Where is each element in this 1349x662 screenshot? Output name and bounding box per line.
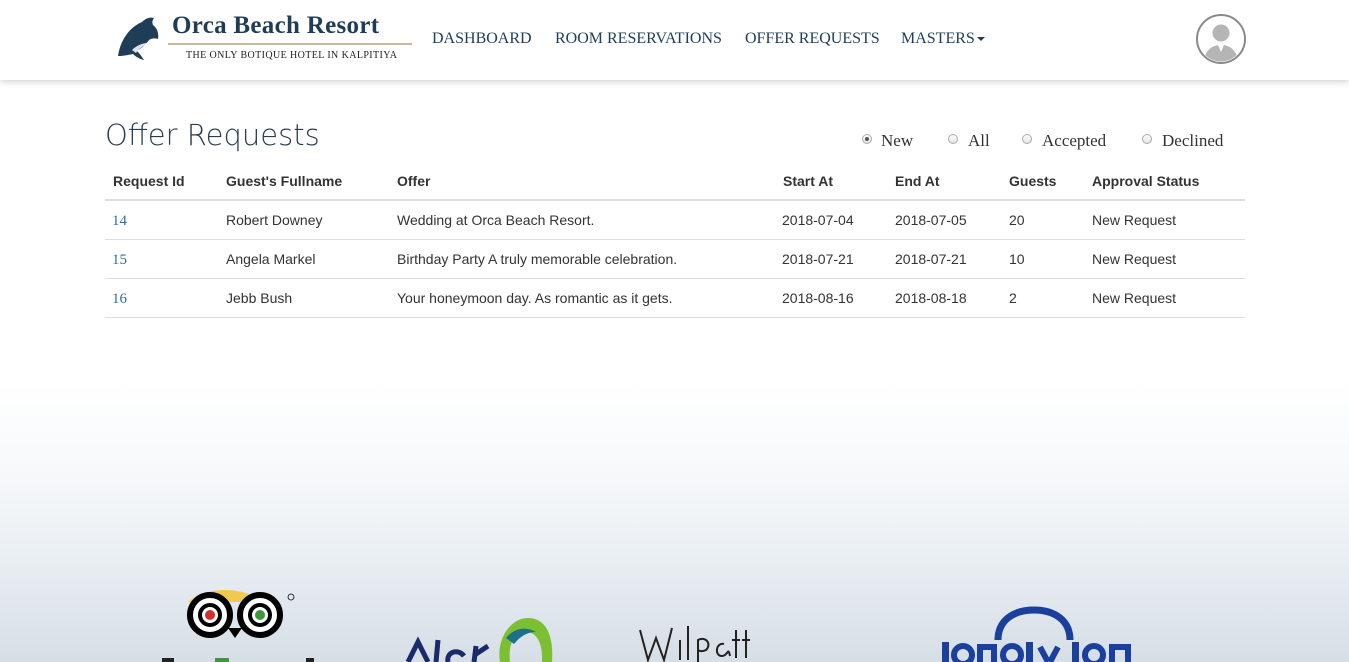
top-navbar: Orca Beach Resort THE ONLY BOTIQUE HOTEL… xyxy=(0,0,1349,80)
start-date: 2018-07-21 xyxy=(782,251,854,267)
wilpattu-logo xyxy=(639,626,750,662)
start-date: 2018-07-04 xyxy=(782,212,854,228)
tripadvisor-logo xyxy=(162,590,314,662)
nav-dashboard[interactable]: DASHBOARD xyxy=(432,30,532,48)
end-date: 2018-07-05 xyxy=(895,212,967,228)
brand-name: Orca Beach Resort xyxy=(172,12,380,39)
offer-title: Wedding at Orca Beach Resort. xyxy=(397,212,595,228)
filter-accepted-label[interactable]: Accepted xyxy=(1042,131,1106,151)
table-row: 14 Robert Downey Wedding at Orca Beach R… xyxy=(105,201,1245,240)
start-date: 2018-08-16 xyxy=(782,290,854,306)
guest-fullname: Angela Markel xyxy=(226,251,316,267)
col-header-guests[interactable]: Guests xyxy=(1009,173,1056,189)
col-header-approval-status[interactable]: Approval Status xyxy=(1092,173,1199,189)
col-header-request-id[interactable]: Request Id xyxy=(113,173,185,189)
col-header-start-at[interactable]: Start At xyxy=(783,173,833,189)
brand-divider xyxy=(168,43,412,45)
nav-masters-dropdown[interactable]: MASTERS xyxy=(901,30,985,48)
guest-fullname: Robert Downey xyxy=(226,212,323,228)
guest-count: 10 xyxy=(1009,251,1025,267)
guest-fullname: Jebb Bush xyxy=(226,290,293,306)
offer-title: Your honeymoon day. As romantic as it ge… xyxy=(397,290,673,306)
end-date: 2018-07-21 xyxy=(895,251,967,267)
user-avatar-icon[interactable] xyxy=(1196,14,1246,64)
guest-count: 20 xyxy=(1009,212,1025,228)
approval-status: New Request xyxy=(1092,290,1177,306)
table-row: 16 Jebb Bush Your honeymoon day. As roma… xyxy=(105,279,1245,318)
request-id-link[interactable]: 15 xyxy=(112,252,127,269)
orca-icon xyxy=(118,17,159,60)
filter-declined-radio[interactable] xyxy=(1142,134,1152,144)
approval-status: New Request xyxy=(1092,251,1177,267)
filter-all-label[interactable]: All xyxy=(968,131,990,151)
filter-declined-label[interactable]: Declined xyxy=(1162,131,1223,151)
filter-new-radio[interactable] xyxy=(862,134,872,144)
nav-room-reservations[interactable]: ROOM RESERVATIONS xyxy=(555,30,722,48)
col-header-guest-fullname[interactable]: Guest's Fullname xyxy=(226,173,342,189)
offer-title: Birthday Party A truly memorable celebra… xyxy=(397,251,678,267)
nav-masters-label: MASTERS xyxy=(901,30,975,47)
lonely-planet-logo xyxy=(942,606,1131,662)
approval-status: New Request xyxy=(1092,212,1177,228)
end-date: 2018-08-18 xyxy=(895,290,967,306)
nav-offer-requests[interactable]: OFFER REQUESTS xyxy=(745,30,880,48)
request-id-link[interactable]: 14 xyxy=(112,213,127,230)
alankuda-logo xyxy=(405,618,553,662)
filter-new-label[interactable]: New xyxy=(881,131,913,151)
guest-count: 2 xyxy=(1009,290,1017,306)
col-header-end-at[interactable]: End At xyxy=(895,173,940,189)
col-header-offer[interactable]: Offer xyxy=(397,173,430,189)
filter-accepted-radio[interactable] xyxy=(1022,134,1032,144)
caret-down-icon xyxy=(976,37,985,42)
table-row: 15 Angela Markel Birthday Party A truly … xyxy=(105,240,1245,279)
brand-tagline: THE ONLY BOTIQUE HOTEL IN KALPITIYA xyxy=(186,50,398,61)
filter-all-radio[interactable] xyxy=(948,134,958,144)
page-title: Offer Requests xyxy=(105,118,320,152)
brand-logo[interactable]: Orca Beach Resort THE ONLY BOTIQUE HOTEL… xyxy=(112,10,417,70)
request-id-link[interactable]: 16 xyxy=(112,291,127,308)
